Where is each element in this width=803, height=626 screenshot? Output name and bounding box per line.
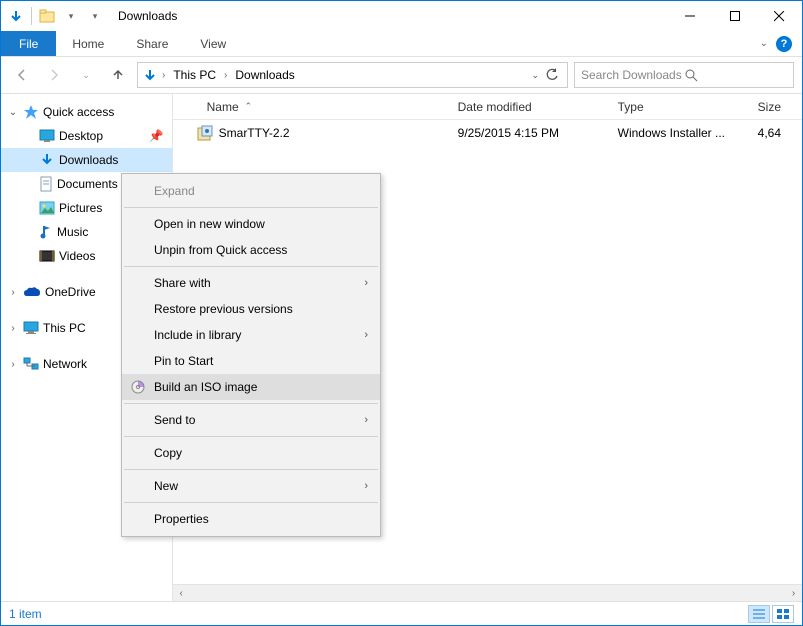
tab-home[interactable]: Home (56, 31, 120, 56)
tab-share[interactable]: Share (120, 31, 184, 56)
chevron-right-icon: › (364, 277, 368, 289)
ctx-unpin[interactable]: Unpin from Quick access (122, 237, 380, 263)
close-button[interactable] (757, 1, 802, 31)
chevron-right-icon: › (364, 329, 368, 341)
recent-dropdown[interactable]: ⌄ (73, 62, 99, 88)
search-icon (684, 68, 787, 82)
ribbon-expand-icon[interactable]: ⌄ (760, 38, 768, 49)
chevron-right-icon: › (364, 480, 368, 492)
file-size: 4,64 (748, 126, 802, 140)
column-headers: Name ⌃ Date modified Type Size (173, 94, 802, 120)
download-icon (39, 152, 55, 168)
ctx-new[interactable]: New› (122, 473, 380, 499)
tree-downloads[interactable]: Downloads (1, 148, 172, 172)
down-arrow-icon[interactable] (5, 5, 27, 27)
item-count: 1 item (9, 607, 42, 621)
onedrive-icon (23, 286, 41, 298)
videos-icon (39, 250, 55, 262)
help-icon[interactable]: ? (776, 36, 792, 52)
breadcrumb[interactable]: This PC (169, 66, 220, 84)
sort-caret-icon: ⌃ (245, 101, 253, 112)
col-type[interactable]: Type (608, 100, 748, 114)
separator (124, 502, 378, 503)
ctx-build-iso[interactable]: Build an ISO image (122, 374, 380, 400)
chevron-right-icon[interactable]: › (162, 70, 165, 81)
search-placeholder: Search Downloads (581, 68, 684, 82)
refresh-icon[interactable] (545, 68, 559, 82)
chevron-right-icon[interactable]: › (224, 70, 227, 81)
col-name[interactable]: Name ⌃ (173, 100, 448, 114)
minimize-button[interactable] (667, 1, 712, 31)
tab-view[interactable]: View (184, 31, 242, 56)
scroll-right-icon[interactable]: › (785, 585, 802, 602)
file-type: Windows Installer ... (608, 126, 748, 140)
col-date[interactable]: Date modified (448, 100, 608, 114)
ribbon-tabs: File Home Share View ⌄ ? (1, 31, 802, 57)
search-input[interactable]: Search Downloads (574, 62, 794, 88)
col-size[interactable]: Size (748, 100, 802, 114)
pin-icon: 📌 (149, 129, 164, 143)
ctx-copy[interactable]: Copy (122, 440, 380, 466)
separator (31, 7, 32, 25)
chevron-right-icon[interactable]: › (7, 287, 19, 298)
chevron-right-icon: › (364, 414, 368, 426)
overflow-icon[interactable]: ▾ (84, 5, 106, 27)
separator (124, 266, 378, 267)
document-icon (39, 176, 53, 192)
file-tab[interactable]: File (1, 31, 56, 56)
ctx-open-new-window[interactable]: Open in new window (122, 211, 380, 237)
window-controls (667, 1, 802, 31)
maximize-button[interactable] (712, 1, 757, 31)
up-button[interactable] (105, 62, 131, 88)
horizontal-scrollbar[interactable]: ‹ › (173, 584, 802, 601)
separator (124, 469, 378, 470)
chevron-down-icon[interactable]: ⌄ (7, 107, 19, 118)
address-dropdown-icon[interactable]: ⌄ (531, 70, 539, 81)
quick-access-toolbar: ▾ ▾ (1, 5, 110, 27)
view-toggle (748, 605, 794, 623)
back-button[interactable] (9, 62, 35, 88)
music-icon (39, 224, 53, 240)
chevron-right-icon[interactable]: › (7, 323, 19, 334)
pictures-icon (39, 201, 55, 215)
forward-button[interactable] (41, 62, 67, 88)
scroll-left-icon[interactable]: ‹ (173, 585, 190, 602)
status-bar: 1 item (1, 601, 802, 625)
window-title: Downloads (118, 9, 177, 23)
folder-icon[interactable] (36, 5, 58, 27)
file-date: 9/25/2015 4:15 PM (448, 126, 608, 140)
explorer-window: ▾ ▾ Downloads File Home Share View ⌄ ? ⌄… (0, 0, 803, 626)
breadcrumb[interactable]: Downloads (231, 66, 298, 84)
file-name: SmarTTY-2.2 (219, 126, 290, 140)
down-arrow-icon (142, 67, 158, 83)
disc-icon (130, 379, 146, 395)
title-bar: ▾ ▾ Downloads (1, 1, 802, 31)
ctx-properties[interactable]: Properties (122, 506, 380, 532)
ctx-expand[interactable]: Expand (122, 178, 380, 204)
desktop-icon (39, 129, 55, 143)
separator (124, 207, 378, 208)
ctx-pin-start[interactable]: Pin to Start (122, 348, 380, 374)
pc-icon (23, 321, 39, 335)
ctx-include-library[interactable]: Include in library› (122, 322, 380, 348)
address-bar[interactable]: › This PC › Downloads ⌄ (137, 62, 568, 88)
separator (124, 403, 378, 404)
ctx-send-to[interactable]: Send to› (122, 407, 380, 433)
separator (124, 436, 378, 437)
installer-icon (197, 125, 213, 141)
tree-quick-access[interactable]: ⌄ Quick access (1, 100, 172, 124)
address-row: ⌄ › This PC › Downloads ⌄ Search Downloa… (1, 57, 802, 93)
ctx-share-with[interactable]: Share with› (122, 270, 380, 296)
qat-dropdown-icon[interactable]: ▾ (60, 5, 82, 27)
star-icon (23, 104, 39, 120)
ctx-restore[interactable]: Restore previous versions (122, 296, 380, 322)
details-view-button[interactable] (748, 605, 770, 623)
chevron-right-icon[interactable]: › (7, 359, 19, 370)
context-menu: Expand Open in new window Unpin from Qui… (121, 173, 381, 537)
tree-desktop[interactable]: Desktop 📌 (1, 124, 172, 148)
network-icon (23, 357, 39, 371)
file-row[interactable]: SmarTTY-2.2 9/25/2015 4:15 PM Windows In… (173, 120, 802, 146)
thumbnails-view-button[interactable] (772, 605, 794, 623)
